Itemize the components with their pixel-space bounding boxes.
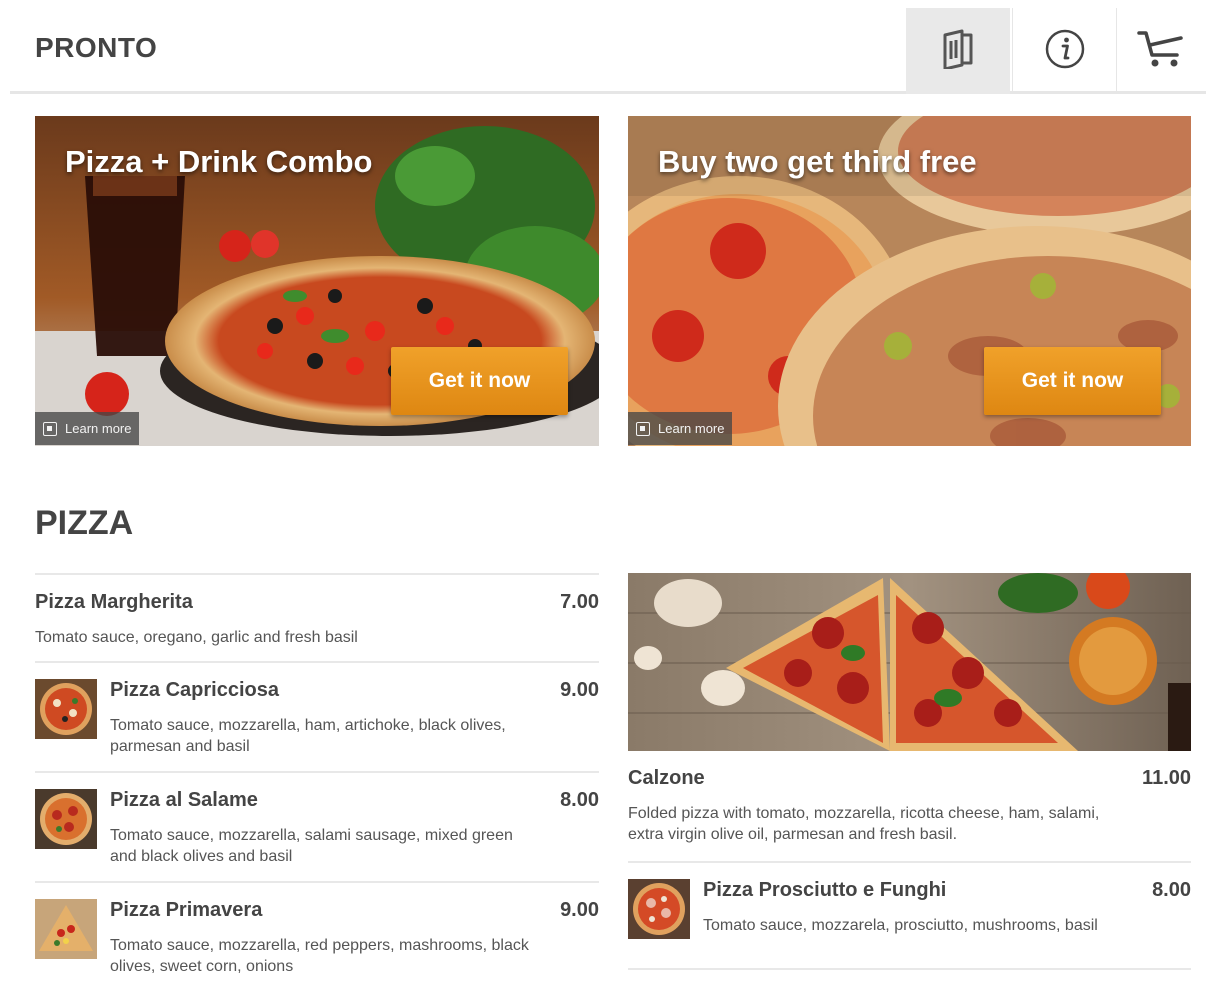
menu-item-prosciutto-funghi[interactable]: Pizza Prosciutto e Funghi 8.00 Tomato sa… — [628, 861, 1191, 968]
learn-more-label: Learn more — [65, 421, 132, 436]
item-description: Tomato sauce, mozzarella, ham, artichoke… — [110, 717, 506, 755]
expand-icon — [636, 421, 650, 436]
learn-more-link[interactable]: Learn more — [35, 412, 140, 445]
divider — [628, 968, 1191, 970]
info-icon — [1044, 28, 1086, 75]
app-header: PRONTO — [10, 8, 1206, 94]
item-thumbnail — [35, 789, 97, 849]
calzone-featured-image — [628, 573, 1191, 751]
get-it-now-button[interactable]: Get it now — [984, 347, 1161, 415]
promo-title: Buy two get third free — [658, 144, 977, 179]
item-name: Pizza Primavera — [110, 899, 263, 921]
learn-more-link[interactable]: Learn more — [628, 412, 733, 445]
info-button[interactable] — [1012, 8, 1116, 94]
item-description: Folded pizza with tomato, mozzarella, ri… — [628, 805, 1100, 843]
promo-banner-buy-two[interactable]: Buy two get third free Get it now Learn … — [628, 116, 1191, 446]
cart-button[interactable] — [1116, 8, 1206, 94]
menu-item-salame[interactable]: Pizza al Salame 8.00 Tomato sauce, mozza… — [35, 771, 599, 881]
menu-item-margherita[interactable]: Pizza Margherita 7.00 Tomato sauce, oreg… — [35, 573, 599, 661]
learn-more-label: Learn more — [658, 421, 725, 436]
menu-button[interactable] — [906, 8, 1010, 94]
item-description: Tomato sauce, mozzarella, red peppers, m… — [110, 937, 529, 975]
get-it-now-button[interactable]: Get it now — [391, 347, 568, 415]
item-name: Calzone — [628, 767, 705, 789]
item-price: 9.00 — [560, 899, 599, 921]
promo-banner-combo[interactable]: Pizza + Drink Combo Get it now Learn mor… — [35, 116, 599, 446]
item-description: Tomato sauce, mozzarella, salami sausage… — [110, 827, 513, 865]
item-thumbnail — [628, 879, 690, 939]
cart-icon — [1136, 29, 1187, 74]
item-name: Pizza Capricciosa — [110, 679, 279, 701]
item-name: Pizza Prosciutto e Funghi — [703, 879, 947, 901]
brand-title[interactable]: PRONTO — [35, 32, 157, 64]
item-name: Pizza Margherita — [35, 591, 193, 613]
item-price: 7.00 — [560, 591, 599, 613]
section-title-pizza: PIZZA — [35, 504, 134, 542]
menu-item-calzone[interactable]: Calzone 11.00 Folded pizza with tomato, … — [628, 751, 1191, 862]
item-thumbnail — [35, 679, 97, 739]
item-price: 8.00 — [1152, 879, 1191, 901]
item-price: 9.00 — [560, 679, 599, 701]
item-thumbnail — [35, 899, 97, 959]
menu-item-primavera[interactable]: Pizza Primavera 9.00 Tomato sauce, mozza… — [35, 881, 599, 981]
item-price: 8.00 — [560, 789, 599, 811]
promo-title: Pizza + Drink Combo — [65, 144, 373, 179]
menu-item-capricciosa[interactable]: Pizza Capricciosa 9.00 Tomato sauce, moz… — [35, 661, 599, 771]
item-description: Tomato sauce, oregano, garlic and fresh … — [35, 629, 358, 646]
item-description: Tomato sauce, mozzarela, prosciutto, mus… — [703, 917, 1098, 934]
item-price: 11.00 — [1142, 767, 1191, 789]
item-name: Pizza al Salame — [110, 789, 258, 811]
expand-icon — [43, 421, 57, 436]
menu-book-icon — [940, 29, 976, 74]
